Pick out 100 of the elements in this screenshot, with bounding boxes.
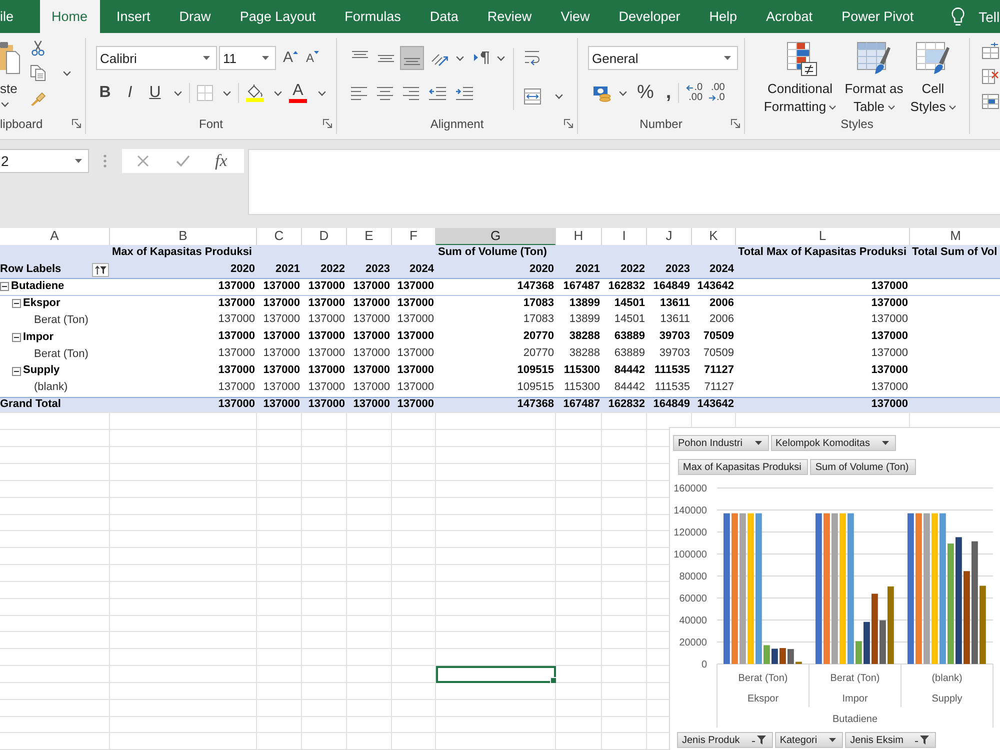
text-direction-icon[interactable] (474, 51, 490, 65)
active-cell[interactable] (436, 666, 556, 683)
caret-icon[interactable] (174, 90, 182, 96)
insert-function-button[interactable]: fx (215, 151, 228, 171)
font-color-button[interactable]: A (288, 83, 308, 103)
ribbon-tab[interactable]: Formulas (332, 0, 413, 33)
total-field-header: Total Sum of Vol (911, 245, 998, 260)
dialog-launcher-icon[interactable] (72, 119, 81, 128)
pivot-value: 70509 (702, 329, 735, 344)
shrink-font-button[interactable]: A (306, 49, 320, 67)
number-format-field[interactable]: General (588, 46, 738, 70)
paintbrush-icon[interactable] (30, 90, 46, 106)
ribbon-tab[interactable]: Developer (606, 0, 692, 33)
underline-button[interactable]: U (144, 82, 166, 104)
italic-button[interactable]: I (119, 82, 141, 104)
align-top-icon (352, 51, 368, 58)
merge-cells-icon[interactable] (524, 88, 541, 105)
delete-cells-icon[interactable] (982, 67, 999, 84)
caret-icon[interactable] (619, 90, 627, 96)
paste-button[interactable]: ste (0, 40, 24, 114)
insert-cells-icon[interactable] (982, 42, 999, 59)
pivot-value: 137000 (262, 296, 301, 311)
dialog-launcher-icon[interactable] (564, 119, 573, 128)
align-bottom-button[interactable] (400, 46, 424, 70)
dialog-launcher-icon[interactable] (731, 119, 740, 128)
filter-button[interactable] (92, 262, 109, 277)
ribbon-tab[interactable]: Review (475, 0, 544, 33)
collapse-icon[interactable] (12, 299, 21, 308)
dropdown-caret-icon (203, 56, 210, 60)
pivot-value: 147368 (516, 278, 555, 294)
align-bottom-icon (404, 58, 420, 65)
pivot-value: 137000 (307, 346, 346, 362)
grow-font-button[interactable]: A (283, 49, 298, 67)
ribbon-tab[interactable]: Acrobat (754, 0, 825, 33)
ribbon-tab[interactable]: Home (40, 0, 100, 33)
collapse-icon[interactable] (12, 366, 21, 376)
ribbon-tab[interactable]: Draw (167, 0, 223, 33)
column-header[interactable]: G (436, 228, 556, 246)
value-field-button[interactable]: Max of Kapasitas Produksi (678, 459, 808, 475)
currency-icon[interactable] (593, 84, 611, 102)
align-right-icon[interactable] (403, 86, 419, 100)
caret-icon[interactable] (456, 56, 464, 60)
wrap-text-icon[interactable] (524, 50, 540, 66)
paint-bucket-icon[interactable] (246, 84, 264, 98)
chart-field-button[interactable]: Jenis Eksim (845, 732, 936, 748)
chart-field-button[interactable]: Jenis Produk (677, 732, 773, 748)
decrease-decimal-button[interactable]: .00 .0 (708, 83, 725, 103)
checkmark-icon[interactable] (176, 155, 190, 167)
ribbon-tab[interactable]: Help (697, 0, 750, 33)
pivot-total-value: 137000 (870, 346, 909, 362)
tell-me-search[interactable]: Tell (978, 8, 1000, 24)
caret-icon[interactable] (274, 90, 282, 96)
pivot-value: 137000 (217, 278, 256, 294)
value-field-button[interactable]: Sum of Volume (Ton) (810, 459, 916, 475)
axis-tick-label: 120000 (674, 528, 707, 538)
comma-style-button[interactable]: , (666, 82, 672, 104)
format-as-table-button[interactable]: Format as Table (841, 40, 907, 114)
caret-icon[interactable] (63, 70, 71, 76)
sort-filter-icon (94, 264, 106, 275)
scissors-icon[interactable] (30, 40, 46, 56)
align-left-icon[interactable] (351, 86, 367, 100)
font-name-field[interactable]: Calibri (96, 46, 217, 70)
ribbon-tab[interactable]: Data (418, 0, 470, 33)
caret-icon[interactable] (223, 90, 231, 96)
chart-field-button[interactable]: Kategori (774, 732, 844, 748)
bold-button[interactable]: B (94, 82, 116, 104)
caret-icon[interactable] (318, 90, 326, 96)
ribbon-tab[interactable]: ile (0, 0, 35, 33)
pivot-value: 84442 (613, 362, 646, 378)
ribbon-tab[interactable]: Power Pivot (830, 0, 926, 33)
cell-styles-button[interactable]: Cell Styles (911, 40, 955, 114)
pivot-value: 137000 (262, 312, 301, 328)
row-labels-header: Row Labels (0, 262, 62, 277)
ribbon-tab[interactable]: Insert (104, 0, 162, 33)
pivot-total-value: 137000 (870, 329, 909, 344)
conditional-formatting-button[interactable]: Conditional Formatting (763, 40, 837, 114)
copy-icon[interactable] (30, 65, 46, 81)
increase-decimal-button[interactable]: .0 .00 (686, 83, 703, 103)
formula-input-field[interactable] (248, 149, 1000, 215)
pivot-total-value: 137000 (870, 278, 909, 294)
name-box[interactable]: 2 (0, 149, 89, 173)
align-center-icon[interactable] (377, 86, 393, 100)
group-label: Styles (840, 117, 874, 131)
dialog-launcher-icon[interactable] (323, 119, 332, 128)
increase-indent-icon[interactable] (456, 86, 473, 100)
decrease-indent-icon[interactable] (429, 86, 446, 100)
font-size-field[interactable]: 11 (219, 46, 276, 70)
collapse-icon[interactable] (12, 333, 21, 342)
format-cells-icon[interactable] (982, 92, 999, 109)
pivot-value: 13899 (568, 296, 601, 311)
ribbon-tab[interactable]: View (548, 0, 602, 33)
caret-icon[interactable] (497, 56, 505, 60)
caret-icon[interactable] (555, 94, 563, 99)
lightbulb-icon[interactable] (950, 6, 965, 26)
percent-style-button[interactable]: % (637, 82, 654, 104)
chart-field-button[interactable]: Pohon Industri (673, 435, 768, 451)
collapse-icon[interactable] (0, 282, 9, 292)
chart-field-button[interactable]: Kelompok Komoditas (770, 435, 896, 451)
ribbon-tab[interactable]: Page Layout (228, 0, 328, 33)
pivot-value: 162832 (607, 278, 646, 294)
